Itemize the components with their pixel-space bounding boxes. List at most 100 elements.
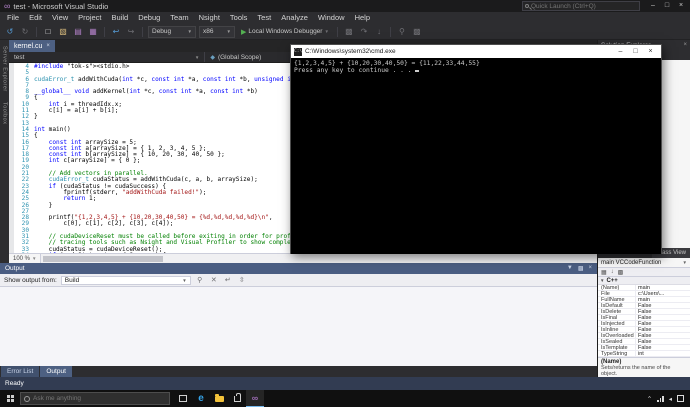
close-icon[interactable]: × — [683, 42, 687, 48]
menu-debug[interactable]: Debug — [133, 12, 165, 24]
scrollbar-thumb[interactable] — [43, 256, 163, 262]
cmd-title-bar[interactable]: C:\ C:\Windows\system32\cmd.exe – □ × — [291, 45, 661, 58]
close-icon[interactable]: × — [588, 265, 592, 272]
build-icon[interactable]: ▩ — [343, 26, 355, 38]
output-title: Output — [5, 265, 25, 272]
toggle-autoscroll-icon[interactable]: ⇳ — [237, 276, 247, 284]
new-file-icon[interactable]: □ — [42, 26, 54, 38]
menu-build[interactable]: Build — [107, 12, 134, 24]
window-position-icon[interactable]: ▼ — [567, 265, 573, 272]
property-value[interactable]: main — [636, 297, 690, 302]
menu-tools[interactable]: Tools — [225, 12, 253, 24]
navigate-back-icon[interactable]: ↺ — [4, 26, 16, 38]
configuration-dropdown[interactable]: Debug ▼ — [148, 26, 196, 38]
server-explorer-tab[interactable]: Server Explorer — [2, 46, 8, 92]
project-dropdown[interactable]: test ▼ — [9, 52, 205, 62]
navigate-forward-icon[interactable]: ↻ — [19, 26, 31, 38]
tab-kernel-cu[interactable]: kernel.cu × — [9, 40, 55, 52]
task-view-button[interactable] — [174, 390, 192, 407]
save-icon[interactable]: ▤ — [72, 26, 84, 38]
property-value[interactable]: False — [636, 309, 690, 314]
property-name: (Name) — [598, 285, 636, 290]
pin-icon[interactable]: ▩ — [578, 265, 584, 272]
find-in-files-icon[interactable]: ⚲ — [396, 26, 408, 38]
properties-section-header[interactable]: ▼ C++ — [598, 277, 690, 285]
redo-icon[interactable]: ↪ — [125, 26, 137, 38]
menu-edit[interactable]: Edit — [24, 12, 47, 24]
property-value[interactable]: False — [636, 321, 690, 326]
close-button[interactable]: × — [674, 1, 688, 11]
property-value[interactable]: False — [636, 303, 690, 308]
properties-grid: ▼ C++ (Name)mainFilec:\Users\...FullName… — [598, 277, 690, 357]
property-pages-icon[interactable]: ▩ — [618, 269, 624, 276]
properties-object-dropdown[interactable]: main VCCodeFunction ▼ — [598, 258, 690, 268]
comment-icon[interactable]: ▩ — [411, 26, 423, 38]
alphabetical-icon[interactable]: ↓ — [611, 269, 614, 275]
menu-window[interactable]: Window — [313, 12, 350, 24]
cmd-minimize-button[interactable]: – — [613, 46, 628, 58]
tab-close-icon[interactable]: × — [46, 43, 50, 49]
categorized-icon[interactable]: ▦ — [601, 269, 607, 276]
tray-expand-icon[interactable]: ⌃ — [647, 395, 652, 403]
quick-launch-box[interactable] — [522, 1, 640, 11]
find-message-icon[interactable]: ⚲ — [195, 276, 205, 284]
open-file-icon[interactable]: ▧ — [57, 26, 69, 38]
cmd-icon: C:\ — [294, 48, 302, 56]
cmd-close-button[interactable]: × — [643, 46, 658, 58]
taskbar-search-input[interactable] — [33, 395, 166, 402]
network-icon[interactable] — [657, 396, 664, 402]
menu-project[interactable]: Project — [73, 12, 106, 24]
start-button[interactable] — [0, 390, 20, 407]
title-bar: ∞ test - Microsoft Visual Studio – □ × — [0, 0, 690, 12]
step-into-icon[interactable]: ↓ — [373, 26, 385, 38]
word-wrap-icon[interactable]: ↵ — [223, 276, 233, 284]
menu-nsight[interactable]: Nsight — [194, 12, 225, 24]
edge-taskbar-button[interactable]: e — [192, 390, 210, 407]
output-content[interactable] — [0, 287, 597, 366]
save-all-icon[interactable]: ▦ — [87, 26, 99, 38]
properties-object-name: main VCCodeFunction — [601, 260, 661, 266]
code-text: int main() — [34, 127, 71, 133]
minimize-button[interactable]: – — [646, 1, 660, 11]
property-value[interactable]: int — [636, 351, 690, 356]
file-explorer-taskbar-button[interactable] — [210, 390, 228, 407]
property-value[interactable]: c:\Users\... — [636, 291, 690, 296]
menu-file[interactable]: File — [2, 12, 24, 24]
step-over-icon[interactable]: ↷ — [358, 26, 370, 38]
taskbar-search-box[interactable] — [20, 392, 170, 405]
menu-help[interactable]: Help — [350, 12, 375, 24]
store-taskbar-button[interactable] — [228, 390, 246, 407]
output-source-dropdown[interactable]: Build ▼ — [61, 276, 191, 285]
property-value[interactable]: main — [636, 285, 690, 290]
cmd-output[interactable]: {1,2,3,4,5} + {10,20,30,40,50} = {11,22,… — [291, 58, 661, 254]
property-value[interactable]: False — [636, 315, 690, 320]
menu-view[interactable]: View — [47, 12, 73, 24]
start-debug-button[interactable]: ▶ Local Windows Debugger ▼ — [238, 26, 332, 38]
menu-test[interactable]: Test — [252, 12, 276, 24]
menu-team[interactable]: Team — [165, 12, 193, 24]
toolbox-tab[interactable]: Toolbox — [2, 102, 8, 124]
output-title-bar[interactable]: Output ▼ ▩ × — [0, 263, 597, 274]
property-value[interactable]: False — [636, 327, 690, 332]
cmd-window[interactable]: C:\ C:\Windows\system32\cmd.exe – □ × {1… — [290, 44, 662, 254]
status-bar: Ready — [0, 377, 690, 390]
clear-all-icon[interactable]: ✕ — [209, 276, 219, 284]
property-value[interactable]: False — [636, 333, 690, 338]
property-value[interactable]: False — [636, 339, 690, 344]
volume-icon[interactable]: ◂ — [669, 395, 672, 403]
quick-launch-input[interactable] — [531, 3, 637, 10]
platform-dropdown[interactable]: x86 ▼ — [199, 26, 235, 38]
property-name: IsSealed — [598, 339, 636, 344]
panel-tab-output[interactable]: Output — [40, 366, 72, 377]
maximize-button[interactable]: □ — [660, 1, 674, 11]
tab-label: kernel.cu — [14, 43, 42, 50]
editor-horizontal-scrollbar[interactable] — [41, 254, 597, 263]
panel-tab-error-list[interactable]: Error List — [1, 366, 39, 377]
property-value[interactable]: False — [636, 345, 690, 350]
menu-analyze[interactable]: Analyze — [276, 12, 313, 24]
zoom-dropdown[interactable]: 100 % ▼ — [9, 254, 41, 263]
visual-studio-taskbar-button[interactable]: ∞ — [246, 390, 264, 407]
undo-icon[interactable]: ↩ — [110, 26, 122, 38]
action-center-icon[interactable] — [677, 395, 684, 402]
cmd-maximize-button[interactable]: □ — [628, 46, 643, 58]
